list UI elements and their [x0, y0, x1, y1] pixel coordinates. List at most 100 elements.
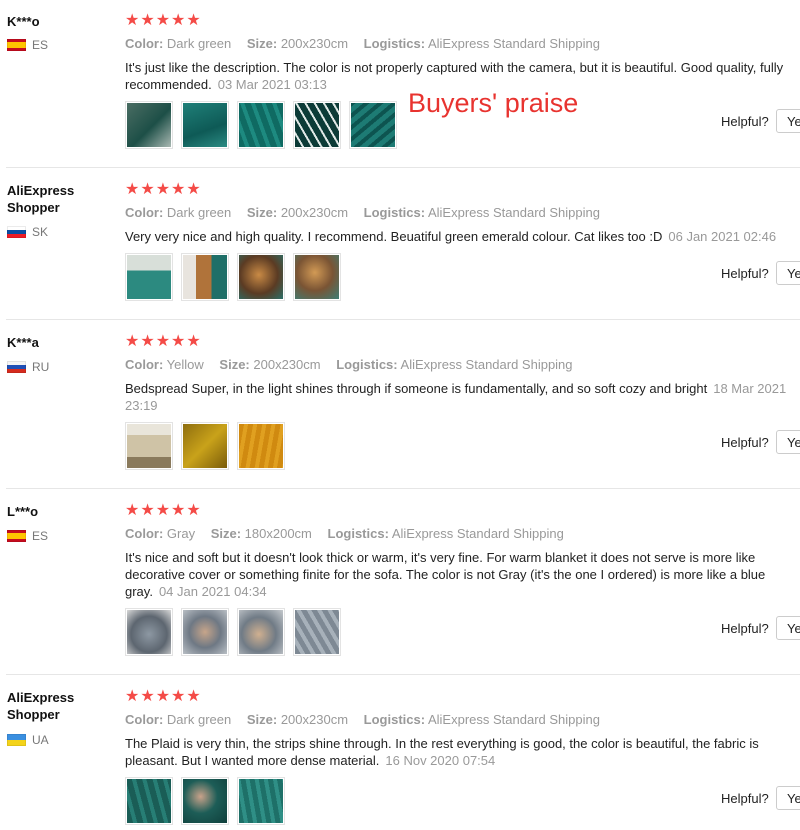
size-value: 200x230cm [280, 36, 349, 51]
color-value: Gray [166, 526, 196, 541]
review-photos [125, 608, 341, 656]
color-value: Dark green [166, 712, 232, 727]
review-photo[interactable] [181, 253, 229, 301]
review-attributes: Color: Gray Size: 180x200cm Logistics: A… [125, 526, 576, 541]
review-date: 06 Jan 2021 02:46 [668, 229, 777, 244]
logistics-value: AliExpress Standard Shipping [400, 357, 573, 372]
color-label: Color: [125, 36, 164, 51]
spain-flag-icon [7, 530, 26, 542]
helpful-label: Helpful? [721, 435, 769, 450]
review-photo[interactable] [293, 101, 341, 149]
review-text: Bedspread Super, in the light shines thr… [125, 380, 795, 414]
review-photo[interactable] [181, 422, 229, 470]
helpful-yes-button[interactable]: Yes [776, 109, 800, 133]
review-date: 04 Jan 2021 04:34 [158, 584, 267, 599]
reviewer-name: K***o [7, 14, 40, 29]
logistics-label: Logistics: [363, 36, 426, 51]
review-photo[interactable] [349, 101, 397, 149]
color-label: Color: [125, 526, 164, 541]
logistics-label: Logistics: [336, 357, 398, 372]
review-attributes: Color: Dark green Size: 200x230cm Logist… [125, 36, 612, 51]
review-photo[interactable] [125, 253, 173, 301]
logistics-value: AliExpress Standard Shipping [391, 526, 564, 541]
review-photo[interactable] [237, 608, 285, 656]
size-value: 180x200cm [244, 526, 312, 541]
logistics-label: Logistics: [363, 205, 426, 220]
size-value: 200x230cm [280, 712, 349, 727]
color-label: Color: [125, 712, 164, 727]
review-attributes: Color: Yellow Size: 200x230cm Logistics:… [125, 357, 585, 372]
review-photos [125, 422, 285, 470]
size-label: Size: [210, 526, 242, 541]
review-photos [125, 253, 341, 301]
review-photo[interactable] [125, 608, 173, 656]
review-body: Bedspread Super, in the light shines thr… [125, 381, 708, 396]
country-code: RU [32, 360, 50, 374]
review-text: It's just like the description. The colo… [125, 59, 795, 93]
review-photo[interactable] [125, 101, 173, 149]
helpful-label: Helpful? [721, 621, 769, 636]
size-value: 200x230cm [280, 205, 349, 220]
helpful-yes-button[interactable]: Yes [776, 616, 800, 640]
star-rating: ★★★★★ [125, 688, 202, 705]
review-divider [6, 488, 800, 489]
review-photo[interactable] [237, 422, 285, 470]
size-label: Size: [246, 712, 278, 727]
size-label: Size: [246, 36, 278, 51]
spain-flag-icon [7, 39, 26, 51]
star-rating: ★★★★★ [125, 502, 202, 519]
review-photo[interactable] [237, 101, 285, 149]
review-photo[interactable] [125, 777, 173, 825]
review-text: It's nice and soft but it doesn't look t… [125, 549, 795, 600]
color-value: Yellow [166, 357, 204, 372]
reviewer-name: AliExpress Shopper [7, 690, 75, 722]
size-value: 200x230cm [253, 357, 321, 372]
review-photo[interactable] [237, 253, 285, 301]
helpful-label: Helpful? [721, 266, 769, 281]
country-code: ES [32, 529, 49, 543]
star-rating: ★★★★★ [125, 181, 202, 198]
review-attributes: Color: Dark green Size: 200x230cm Logist… [125, 712, 612, 727]
review-photo[interactable] [125, 422, 173, 470]
review-photo[interactable] [181, 777, 229, 825]
logistics-label: Logistics: [363, 712, 426, 727]
review-photos [125, 101, 397, 149]
size-label: Size: [246, 205, 278, 220]
country-code: ES [32, 38, 49, 52]
review-photo[interactable] [181, 608, 229, 656]
review-photo[interactable] [237, 777, 285, 825]
logistics-value: AliExpress Standard Shipping [427, 36, 600, 51]
star-rating: ★★★★★ [125, 12, 202, 29]
logistics-label: Logistics: [327, 526, 389, 541]
russia-flag-icon [7, 361, 26, 373]
helpful-yes-button[interactable]: Yes [776, 786, 800, 810]
reviewer-name: AliExpress Shopper [7, 183, 75, 215]
review-text: Very very nice and high quality. I recom… [125, 228, 795, 245]
color-label: Color: [125, 205, 164, 220]
reviewer-name: K***a [7, 335, 39, 350]
review-photos [125, 777, 285, 825]
star-rating: ★★★★★ [125, 333, 202, 350]
ukraine-flag-icon [7, 734, 26, 746]
review-body: Very very nice and high quality. I recom… [125, 229, 663, 244]
helpful-label: Helpful? [721, 114, 769, 129]
review-photo[interactable] [293, 253, 341, 301]
slovakia-flag-icon [7, 226, 26, 238]
helpful-label: Helpful? [721, 791, 769, 806]
reviewer-country: ES [7, 38, 48, 52]
reviewer-name: L***o [7, 504, 39, 519]
logistics-value: AliExpress Standard Shipping [427, 712, 600, 727]
review-divider [6, 319, 800, 320]
review-date: 03 Mar 2021 03:13 [217, 77, 327, 92]
review-photo[interactable] [181, 101, 229, 149]
reviewer-country: RU [7, 360, 49, 374]
review-attributes: Color: Dark green Size: 200x230cm Logist… [125, 205, 612, 220]
reviewer-country: UA [7, 733, 49, 747]
review-photo[interactable] [293, 608, 341, 656]
helpful-yes-button[interactable]: Yes [776, 430, 800, 454]
review-date: 16 Nov 2020 07:54 [385, 753, 496, 768]
color-value: Dark green [166, 36, 232, 51]
helpful-yes-button[interactable]: Yes [776, 261, 800, 285]
color-label: Color: [125, 357, 164, 372]
color-value: Dark green [166, 205, 232, 220]
